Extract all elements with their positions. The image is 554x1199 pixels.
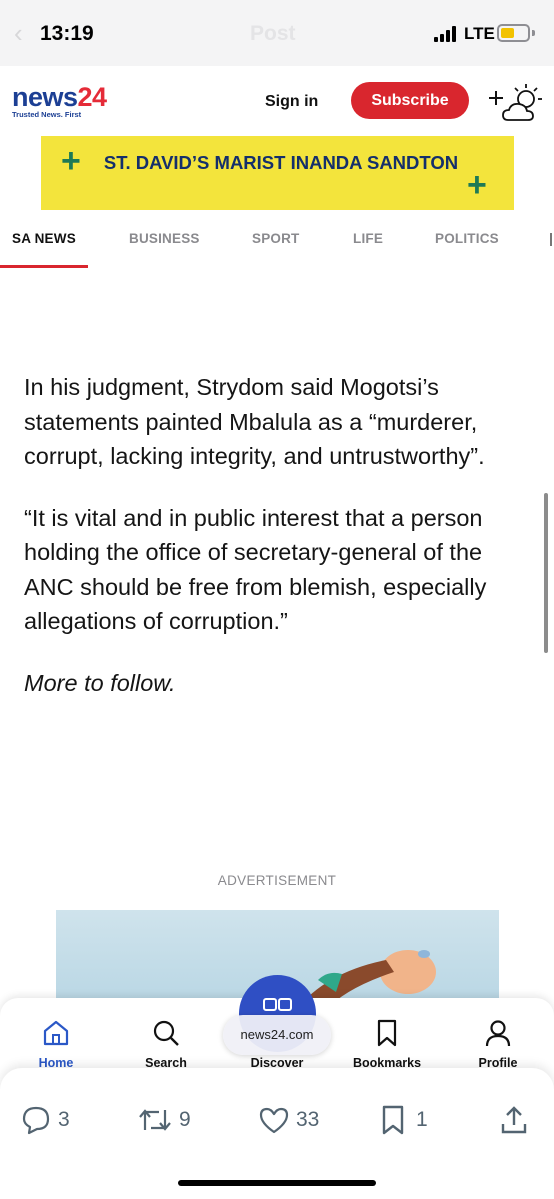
bookmark-icon: [382, 1105, 404, 1135]
bookmark-icon: [377, 1019, 397, 1047]
news24-logo[interactable]: news24: [12, 82, 107, 113]
signal-strength-icon: [434, 26, 458, 42]
battery-level: [501, 28, 514, 38]
site-header: news24 Trusted News. First Sign in Subsc…: [0, 66, 554, 132]
heart-icon: [259, 1107, 289, 1134]
add-weather-icon[interactable]: [486, 80, 550, 126]
reply-count: 3: [58, 1108, 70, 1131]
tab-life[interactable]: LIFE: [353, 231, 383, 246]
share-icon: [501, 1106, 527, 1134]
article-paragraph: In his judgment, Strydom said Mogotsi’s …: [24, 374, 485, 469]
status-time: 13:19: [40, 22, 94, 45]
article-body: In his judgment, Strydom said Mogotsi’s …: [24, 370, 534, 727]
section-nav: SA NEWS BUSINESS SPORT LIFE POLITICS: [0, 214, 554, 268]
article-paragraph: “It is vital and in public interest that…: [24, 504, 487, 635]
ghost-post-title: Post: [250, 22, 296, 45]
repost-icon: [139, 1109, 171, 1131]
logo-tagline: Trusted News. First: [12, 110, 82, 119]
nav-home[interactable]: Home: [6, 1018, 106, 1070]
url-pill[interactable]: news24.com: [223, 1015, 331, 1055]
network-type: LTE: [464, 24, 495, 43]
nav-profile[interactable]: Profile: [448, 1018, 548, 1070]
repost-count: 9: [179, 1108, 191, 1131]
tab-business[interactable]: BUSINESS: [129, 231, 200, 246]
tab-sport[interactable]: SPORT: [252, 231, 300, 246]
scrollbar-thumb[interactable]: [544, 493, 548, 653]
back-chevron-icon[interactable]: ‹: [14, 18, 23, 49]
bookmark-post-button[interactable]: 1: [378, 1104, 428, 1136]
tab-sa-news[interactable]: SA NEWS: [12, 231, 76, 246]
plus-icon: +: [61, 142, 81, 180]
profile-icon: [485, 1020, 511, 1047]
share-button[interactable]: [498, 1104, 530, 1136]
status-bar: ‹ 13:19 Post LTE: [0, 0, 554, 66]
tab-overflow-indicator: [550, 233, 552, 246]
battery-icon: [497, 24, 530, 42]
bookmark-count: 1: [416, 1108, 428, 1131]
search-icon: [153, 1020, 179, 1046]
like-button[interactable]: 33: [258, 1104, 319, 1136]
banner-text: ST. DAVID’S MARIST INANDA SANDTON: [103, 152, 459, 173]
article-paragraph: More to follow.: [24, 669, 176, 696]
repost-button[interactable]: 9: [137, 1104, 191, 1136]
sign-in-link[interactable]: Sign in: [265, 93, 318, 111]
battery-tip: [532, 30, 535, 36]
plus-icon: +: [467, 166, 487, 204]
nav-bookmarks[interactable]: Bookmarks: [337, 1018, 437, 1070]
reply-icon: [22, 1106, 50, 1135]
active-tab-underline: [0, 265, 88, 268]
nav-search[interactable]: Search: [116, 1018, 216, 1070]
advertisement-label: ADVERTISEMENT: [217, 873, 337, 888]
home-indicator[interactable]: [178, 1180, 376, 1186]
reply-button[interactable]: 3: [20, 1104, 70, 1136]
tab-politics[interactable]: POLITICS: [435, 231, 499, 246]
home-icon: [43, 1020, 69, 1046]
subscribe-button[interactable]: Subscribe: [351, 82, 469, 119]
like-count: 33: [296, 1108, 320, 1131]
school-ad-banner[interactable]: + ST. DAVID’S MARIST INANDA SANDTON +: [41, 136, 514, 210]
